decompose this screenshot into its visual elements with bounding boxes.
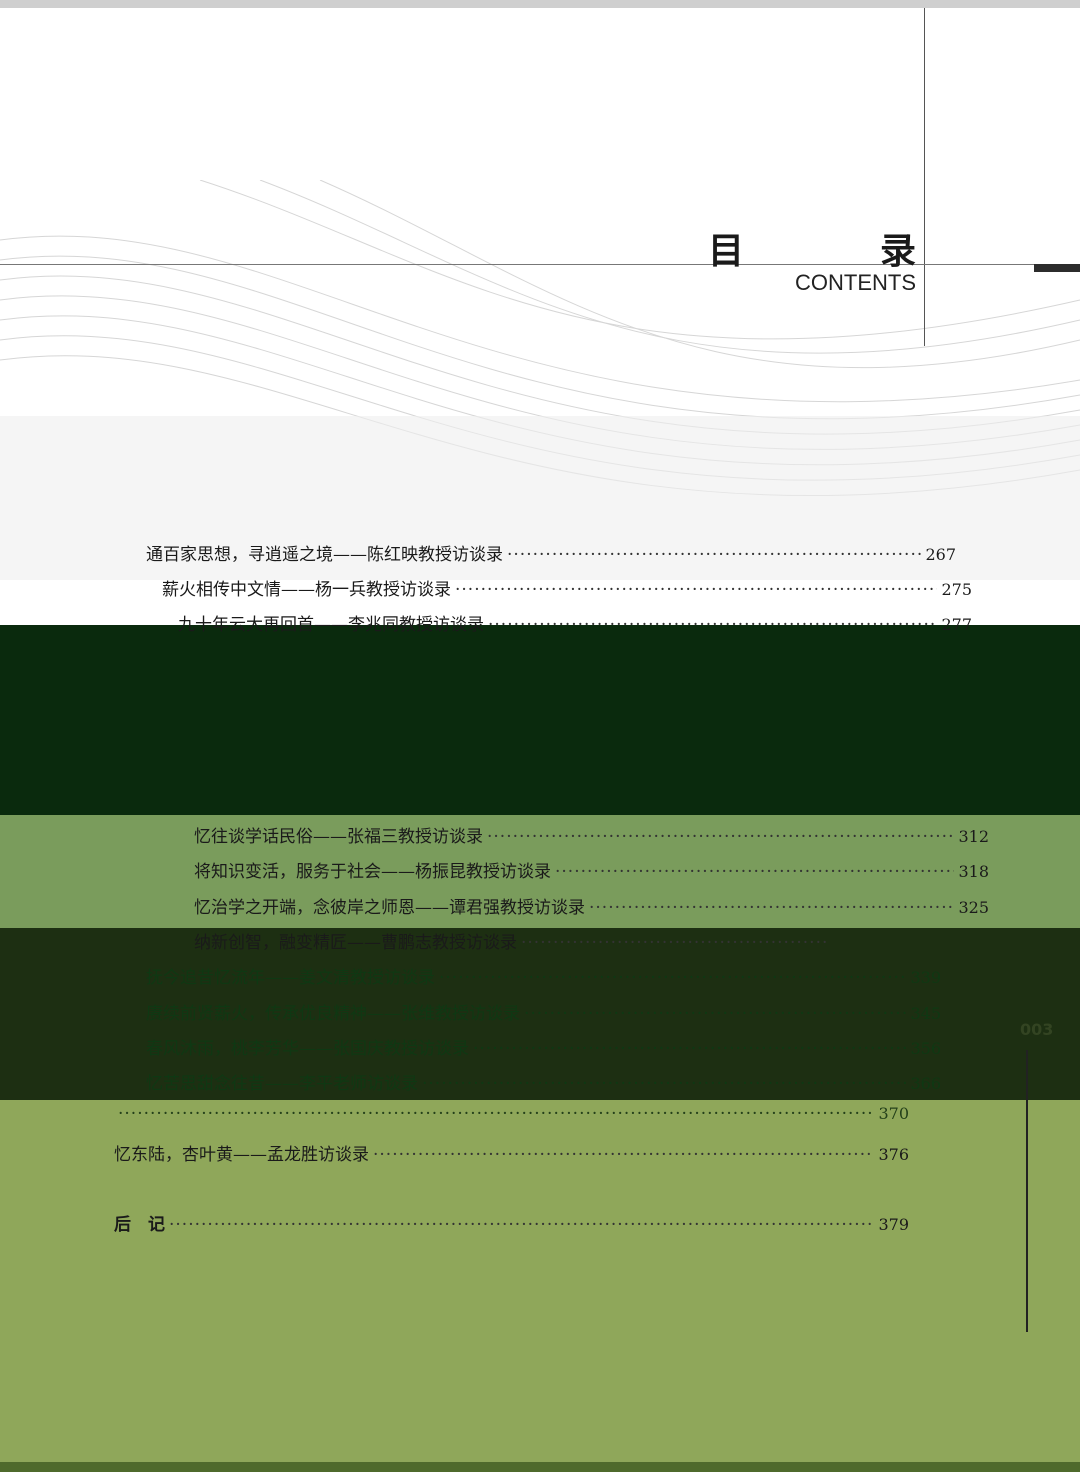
toc-entry-title: 薪火相传中文情——杨一兵教授访谈录 xyxy=(162,580,451,600)
toc-entry-page: 312 xyxy=(958,827,989,846)
toc-entry-title: 通百家思想，寻逍遥之境——陈红映教授访谈录 xyxy=(146,545,503,565)
toc-entry[interactable]: 通百家思想，寻逍遥之境——陈红映教授访谈录 267 xyxy=(146,540,956,565)
toc-leader xyxy=(589,898,954,918)
toc-entry[interactable]: 春风沐雨，桃李芳华——张国庆教授访谈录 356 xyxy=(146,1034,941,1059)
toc-leader xyxy=(118,1104,874,1124)
toc-leader xyxy=(169,1215,874,1235)
toc-entry-page: 318 xyxy=(958,862,989,881)
toc-entry[interactable]: 将知识变活，服务于社会——杨振昆教授访谈录 318 xyxy=(194,857,989,882)
toc-leader xyxy=(555,862,954,882)
toc-leader xyxy=(473,1039,906,1059)
toc-entry-title: 春风沐雨，桃李芳华——张国庆教授访谈录 xyxy=(146,1039,469,1059)
toc-entry-title: 忆往谈学话民俗——张福三教授访谈录 xyxy=(194,827,483,847)
toc-entry[interactable]: 忆治学之开端，念彼岸之师恩——谭君强教授访谈录 325 xyxy=(194,893,989,918)
toc-entry-title: 后 记 xyxy=(114,1215,165,1235)
toc-entry-page: 345 xyxy=(910,1004,941,1023)
toc-entry[interactable]: 后 记 379 xyxy=(114,1210,909,1235)
toc-entry-page: 277 xyxy=(941,615,972,634)
side-page-number: 003 xyxy=(1020,1020,1054,1039)
toc-leader xyxy=(488,615,937,635)
toc-leader xyxy=(439,968,906,988)
toc-entry[interactable]: 九十年云大再回首——李兆同教授访谈录 277 xyxy=(178,610,972,635)
toc-leader xyxy=(487,827,954,847)
toc-leader xyxy=(373,1145,874,1165)
toc-entry-page: 376 xyxy=(878,1145,909,1164)
toc-entry[interactable]: 370 xyxy=(114,1104,909,1124)
page-subtitle: CONTENTS xyxy=(795,270,916,295)
toc-entry-page: 325 xyxy=(958,898,989,917)
toc-leader xyxy=(455,580,937,600)
vertical-rule-bottom xyxy=(1026,1050,1028,1332)
toc-entry-title: 将知识变活，服务于社会——杨振昆教授访谈录 xyxy=(194,862,551,882)
page-title: 目 录 xyxy=(707,231,966,272)
toc-entry-title: 忆东陆，杏叶黄——孟龙胜访谈录 xyxy=(114,1145,369,1165)
toc-entry[interactable]: 纳新创智，融变精匠——曹鹏志教授访谈录 xyxy=(194,928,834,953)
toc-entry-title: 九十年云大再回首——李兆同教授访谈录 xyxy=(178,615,484,635)
toc-entry-page: 339 xyxy=(910,968,941,987)
dark-band xyxy=(0,625,1080,831)
toc-entry-page: 356 xyxy=(910,1039,941,1058)
toc-entry-page: 366 xyxy=(910,1074,941,1093)
toc-entry[interactable]: 薪火相传中文情——杨一兵教授访谈录 275 xyxy=(162,575,972,600)
top-bar xyxy=(0,0,1080,8)
toc-entry-page: 370 xyxy=(878,1104,909,1123)
header-rule-accent xyxy=(1034,264,1080,272)
toc-entry[interactable]: 忆往谈学话民俗——张福三教授访谈录 312 xyxy=(194,822,989,847)
toc-entry-title: 忆苦思甜念往昔——李平老师访谈录 xyxy=(146,1074,418,1094)
toc-entry-page: 267 xyxy=(925,545,956,564)
toc-entry-title: 赓续前贤薪火，传承优良精神——张维教授访谈录 xyxy=(146,1004,520,1024)
toc-entry-title: 抚今追昔忆流年——姜文清教授访谈录 xyxy=(146,968,435,988)
vertical-rule-top xyxy=(924,8,925,346)
toc-entry[interactable]: 抚今追昔忆流年——姜文清教授访谈录 339 xyxy=(146,963,941,988)
toc-entry-title: 忆治学之开端，念彼岸之师恩——谭君强教授访谈录 xyxy=(194,898,585,918)
toc-leader xyxy=(521,933,830,953)
toc-entry-page: 275 xyxy=(941,580,972,599)
toc-leader xyxy=(524,1004,906,1024)
toc-entry-page: 379 xyxy=(878,1215,909,1234)
bottom-strip xyxy=(0,1462,1080,1472)
toc-leader xyxy=(507,545,921,565)
toc-entry[interactable]: 赓续前贤薪火，传承优良精神——张维教授访谈录 345 xyxy=(146,999,941,1024)
toc-leader xyxy=(422,1074,906,1094)
toc-entry[interactable]: 忆东陆，杏叶黄——孟龙胜访谈录 376 xyxy=(114,1140,909,1165)
toc-entry-title: 纳新创智，融变精匠——曹鹏志教授访谈录 xyxy=(194,933,517,953)
toc-entry[interactable]: 忆苦思甜念往昔——李平老师访谈录 366 xyxy=(146,1069,941,1094)
